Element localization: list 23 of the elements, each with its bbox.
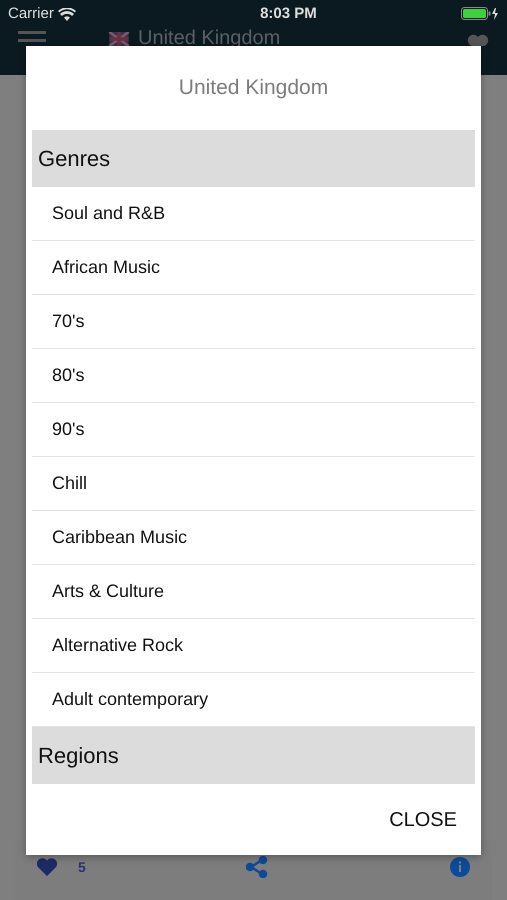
genre-item[interactable]: Arts & Culture	[32, 564, 475, 618]
dialog-title: United Kingdom	[178, 75, 330, 101]
genre-item[interactable]: Alternative Rock	[32, 618, 475, 672]
like-count: 5	[78, 858, 86, 876]
info-icon[interactable]	[449, 856, 471, 878]
section-heading: Regions	[32, 726, 475, 784]
app-title: United Kingdom	[138, 30, 280, 46]
genre-item[interactable]: Soul and R&B	[32, 186, 475, 240]
genre-item[interactable]: 70's	[32, 294, 475, 348]
battery-icon	[460, 7, 499, 21]
genre-item[interactable]: 80's	[32, 348, 475, 402]
menu-icon[interactable]	[18, 30, 46, 44]
genre-item[interactable]: 90's	[32, 402, 475, 456]
clock-time: 8:03 PM	[260, 4, 317, 24]
carrier-label: Carrier	[8, 4, 54, 24]
flag-icon	[108, 32, 130, 46]
close-button[interactable]: CLOSE	[389, 801, 457, 839]
genre-item[interactable]: Caribbean Music	[32, 510, 475, 564]
genre-item[interactable]: Chill	[32, 456, 475, 510]
section-heading: Genres	[32, 130, 475, 186]
share-icon[interactable]	[246, 856, 268, 878]
genre-item[interactable]: African Music	[32, 240, 475, 294]
wifi-icon	[58, 8, 76, 20]
